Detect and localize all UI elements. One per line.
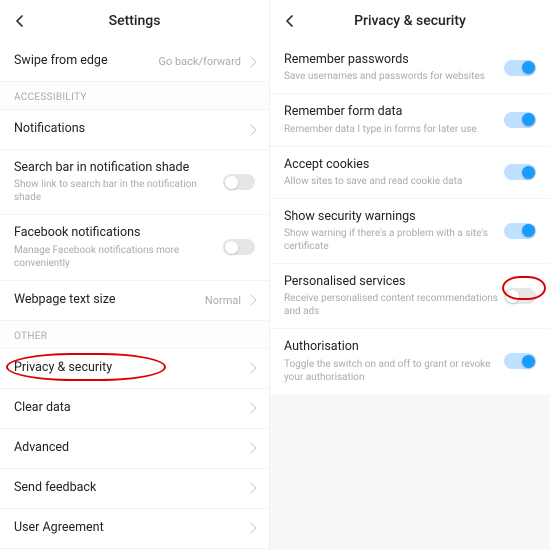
row-send-feedback[interactable]: Send feedback (0, 469, 269, 509)
row-accept-cookies[interactable]: Accept cookies Allow sites to save and r… (270, 147, 550, 199)
settings-title: Settings (0, 13, 269, 29)
toggle-accept-cookies[interactable] (504, 164, 536, 180)
row-label: User Agreement (14, 520, 247, 536)
back-button[interactable] (10, 11, 30, 31)
empty-area (270, 394, 550, 550)
chevron-right-icon (245, 442, 256, 453)
row-sub: Receive personalised content recommendat… (284, 292, 504, 318)
privacy-content: Remember passwords Save usernames and pa… (270, 42, 550, 550)
row-label: Remember form data (284, 104, 504, 120)
chevron-right-icon (245, 402, 256, 413)
chevron-right-icon (245, 362, 256, 373)
row-label: Notifications (14, 121, 247, 137)
toggle-personalised-services[interactable] (504, 288, 536, 304)
row-sub: Manage Facebook notifications more conve… (14, 244, 223, 270)
row-sub: Show warning if there's a problem with a… (284, 227, 504, 253)
row-personalised-services[interactable]: Personalised services Receive personalis… (270, 264, 550, 329)
privacy-title: Privacy & security (270, 13, 550, 29)
row-user-agreement[interactable]: User Agreement (0, 509, 269, 549)
row-notifications[interactable]: Notifications (0, 110, 269, 150)
toggle-search-bar[interactable] (223, 174, 255, 190)
section-header-accessibility: ACCESSIBILITY (0, 82, 269, 110)
row-remember-form-data[interactable]: Remember form data Remember data I type … (270, 94, 550, 146)
row-label: Advanced (14, 440, 247, 456)
row-authorisation[interactable]: Authorisation Toggle the switch on and o… (270, 329, 550, 393)
row-label: Swipe from edge (14, 53, 158, 69)
row-sub: Remember data I type in forms for later … (284, 123, 504, 136)
back-button[interactable] (280, 11, 300, 31)
row-label: Clear data (14, 400, 247, 416)
settings-header: Settings (0, 0, 269, 42)
row-remember-passwords[interactable]: Remember passwords Save usernames and pa… (270, 42, 550, 94)
row-sub: Show link to search bar in the notificat… (14, 178, 223, 204)
privacy-pane: Privacy & security Remember passwords Sa… (270, 0, 550, 550)
row-sub: Toggle the switch on and off to grant or… (284, 358, 504, 384)
toggle-facebook[interactable] (223, 239, 255, 255)
row-label: Remember passwords (284, 52, 504, 68)
settings-content: Swipe from edge Go back/forward ACCESSIB… (0, 42, 269, 550)
chevron-right-icon (245, 294, 256, 305)
row-label: Webpage text size (14, 292, 205, 308)
settings-pane: Settings Swipe from edge Go back/forward… (0, 0, 270, 550)
row-facebook-notifications[interactable]: Facebook notifications Manage Facebook n… (0, 215, 269, 280)
row-show-security-warnings[interactable]: Show security warnings Show warning if t… (270, 199, 550, 264)
row-value: Normal (205, 294, 241, 307)
row-label: Accept cookies (284, 157, 504, 173)
chevron-right-icon (245, 56, 256, 67)
chevron-right-icon (245, 482, 256, 493)
back-icon (284, 15, 296, 27)
row-label: Search bar in notification shade (14, 160, 223, 176)
chevron-right-icon (245, 522, 256, 533)
back-icon (14, 15, 26, 27)
row-search-bar-shade[interactable]: Search bar in notification shade Show li… (0, 150, 269, 215)
toggle-security-warnings[interactable] (504, 223, 536, 239)
row-webpage-text-size[interactable]: Webpage text size Normal (0, 281, 269, 321)
row-swipe-from-edge[interactable]: Swipe from edge Go back/forward (0, 42, 269, 82)
toggle-remember-form-data[interactable] (504, 112, 536, 128)
row-sub: Save usernames and passwords for website… (284, 70, 504, 83)
row-label: Facebook notifications (14, 225, 223, 241)
row-label: Send feedback (14, 480, 247, 496)
toggle-authorisation[interactable] (504, 353, 536, 369)
row-value: Go back/forward (158, 55, 241, 68)
row-privacy-security[interactable]: Privacy & security (0, 349, 269, 389)
row-sub: Allow sites to save and read cookie data (284, 175, 504, 188)
row-label: Show security warnings (284, 209, 504, 225)
row-advanced[interactable]: Advanced (0, 429, 269, 469)
privacy-header: Privacy & security (270, 0, 550, 42)
section-header-other: OTHER (0, 321, 269, 349)
chevron-right-icon (245, 124, 256, 135)
row-clear-data[interactable]: Clear data (0, 389, 269, 429)
row-label: Authorisation (284, 339, 504, 355)
row-label: Privacy & security (14, 360, 247, 376)
toggle-remember-passwords[interactable] (504, 60, 536, 76)
row-label: Personalised services (284, 274, 504, 290)
